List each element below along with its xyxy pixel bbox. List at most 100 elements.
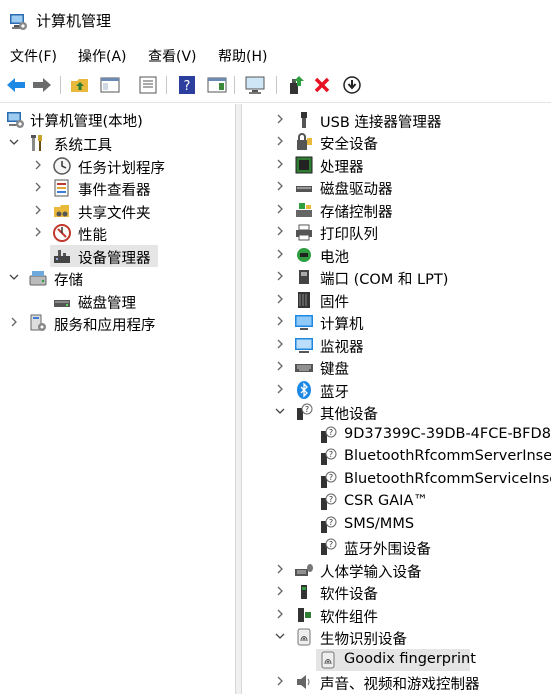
device-category-sound[interactable]: 声音、视频和游戏控制器 <box>242 671 551 693</box>
performance-icon <box>52 223 72 243</box>
chevron-down-icon[interactable] <box>274 405 286 417</box>
svg-text:?: ? <box>305 405 309 414</box>
device-category-storage-controllers[interactable]: 存储控制器 <box>242 199 551 221</box>
chevron-right-icon[interactable] <box>32 159 44 171</box>
up-folder-icon[interactable] <box>68 73 92 97</box>
device-category-label: 软件设备 <box>320 587 378 603</box>
device-category-monitors[interactable]: 监视器 <box>242 334 551 356</box>
device-item[interactable]: ? BluetoothRfcommServerInsecu <box>242 446 551 468</box>
chevron-right-icon[interactable] <box>274 675 286 687</box>
tree-item-device-manager[interactable]: 设备管理器 <box>50 245 158 267</box>
properties-icon[interactable] <box>136 73 160 97</box>
device-category-disk-drives[interactable]: 磁盘驱动器 <box>242 176 551 198</box>
chevron-right-icon[interactable] <box>274 248 286 260</box>
unknown-device-icon: ? <box>294 402 314 422</box>
device-category-other-devices[interactable]: ? 其他设备 <box>242 401 551 423</box>
device-category-label: 生物识别设备 <box>320 632 407 648</box>
storage-icon <box>28 268 48 288</box>
unknown-device-icon: ? <box>318 537 338 557</box>
device-category-software-components[interactable]: 软件组件 <box>242 604 551 626</box>
tree-item-root[interactable]: 计算机管理(本地) <box>0 108 235 130</box>
tree-item-services-apps[interactable]: 服务和应用程序 <box>0 312 235 334</box>
device-item[interactable]: ? BluetoothRfcommServiceInsec <box>242 469 551 491</box>
clock-icon <box>52 156 72 176</box>
action-pane-icon[interactable] <box>205 73 229 97</box>
disable-device-icon[interactable] <box>340 73 364 97</box>
svg-text:?: ? <box>329 495 333 504</box>
tree-item-shared-folders[interactable]: 共享文件夹 <box>0 200 235 222</box>
device-category-print-queues[interactable]: 打印队列 <box>242 221 551 243</box>
device-category-keyboards[interactable]: 键盘 <box>242 356 551 378</box>
device-category-security[interactable]: 安全设备 <box>242 131 551 153</box>
chevron-right-icon[interactable] <box>8 316 20 328</box>
menu-action[interactable]: 操作(A) <box>78 46 127 66</box>
device-category-hid[interactable]: 人体学输入设备 <box>242 559 551 581</box>
chevron-right-icon[interactable] <box>274 293 286 305</box>
update-driver-icon[interactable] <box>284 73 308 97</box>
tree-item-storage[interactable]: 存储 <box>0 267 235 289</box>
chevron-down-icon[interactable] <box>8 136 20 148</box>
tree-item-task-scheduler[interactable]: 任务计划程序 <box>0 155 235 177</box>
chevron-right-icon[interactable] <box>274 135 286 147</box>
chevron-right-icon[interactable] <box>274 270 286 282</box>
tree-item-disk-management[interactable]: 磁盘管理 <box>0 290 235 312</box>
chevron-right-icon[interactable] <box>274 158 286 170</box>
event-log-icon <box>52 178 72 198</box>
chevron-right-icon[interactable] <box>274 563 286 575</box>
menu-help[interactable]: 帮助(H) <box>218 46 267 66</box>
device-category-biometric[interactable]: 生物识别设备 <box>242 626 551 648</box>
device-category-firmware[interactable]: 固件 <box>242 289 551 311</box>
back-arrow-icon[interactable] <box>4 73 28 97</box>
chevron-right-icon[interactable] <box>274 225 286 237</box>
tree-item-label: 存储 <box>54 273 83 289</box>
menu-view[interactable]: 查看(V) <box>148 46 197 66</box>
storage-controller-icon <box>294 200 314 220</box>
computer-management-icon <box>5 109 25 129</box>
svg-text:?: ? <box>329 450 333 459</box>
tree-item-system-tools[interactable]: 系统工具 <box>0 132 235 154</box>
device-category-ports[interactable]: 端口 (COM 和 LPT) <box>242 266 551 288</box>
device-item[interactable]: ? 9D37399C-39DB-4FCE-BFD8-9 <box>242 424 551 446</box>
chevron-right-icon[interactable] <box>274 113 286 125</box>
device-category-usb[interactable]: USB 连接器管理器 <box>242 109 551 131</box>
chevron-right-icon[interactable] <box>274 585 286 597</box>
device-item[interactable]: ? SMS/MMS <box>242 514 551 536</box>
chevron-down-icon[interactable] <box>274 630 286 642</box>
device-category-label: 声音、视频和游戏控制器 <box>320 677 480 693</box>
device-item[interactable]: ? CSR GAIA™ <box>242 491 551 513</box>
device-category-label: 存储控制器 <box>320 205 393 221</box>
chevron-right-icon[interactable] <box>32 226 44 238</box>
uninstall-x-icon[interactable] <box>310 73 334 97</box>
device-category-bluetooth[interactable]: 蓝牙 <box>242 379 551 401</box>
device-category-label: 端口 (COM 和 LPT) <box>320 272 449 288</box>
processor-icon <box>294 155 314 175</box>
tree-item-label: 事件查看器 <box>78 183 151 199</box>
tree-item-performance[interactable]: 性能 <box>0 222 235 244</box>
device-item-label: Goodix fingerprint <box>344 651 476 667</box>
chevron-right-icon[interactable] <box>32 181 44 193</box>
chevron-right-icon[interactable] <box>274 360 286 372</box>
chevron-right-icon[interactable] <box>274 608 286 620</box>
menu-file[interactable]: 文件(F) <box>10 46 57 66</box>
toolbar-separator <box>60 76 61 94</box>
device-category-battery[interactable]: 电池 <box>242 244 551 266</box>
chevron-right-icon[interactable] <box>274 180 286 192</box>
chevron-down-icon[interactable] <box>8 271 20 283</box>
device-category-software-devices[interactable]: 软件设备 <box>242 581 551 603</box>
svg-text:?: ? <box>329 518 333 527</box>
device-category-computer[interactable]: 计算机 <box>242 311 551 333</box>
chevron-right-icon[interactable] <box>274 383 286 395</box>
tree-item-label: 计算机管理(本地) <box>30 114 143 130</box>
chevron-right-icon[interactable] <box>274 315 286 327</box>
chevron-right-icon[interactable] <box>32 204 44 216</box>
help-icon[interactable]: ? <box>175 73 199 97</box>
device-item[interactable]: ? 蓝牙外围设备 <box>242 536 551 558</box>
show-hide-tree-icon[interactable] <box>98 73 122 97</box>
device-category-processor[interactable]: 处理器 <box>242 154 551 176</box>
chevron-right-icon[interactable] <box>274 338 286 350</box>
device-item-goodix[interactable]: Goodix fingerprint <box>316 649 476 671</box>
monitor-icon[interactable] <box>243 73 267 97</box>
tree-item-event-viewer[interactable]: 事件查看器 <box>0 177 235 199</box>
chevron-right-icon[interactable] <box>274 203 286 215</box>
forward-arrow-icon[interactable] <box>30 73 54 97</box>
